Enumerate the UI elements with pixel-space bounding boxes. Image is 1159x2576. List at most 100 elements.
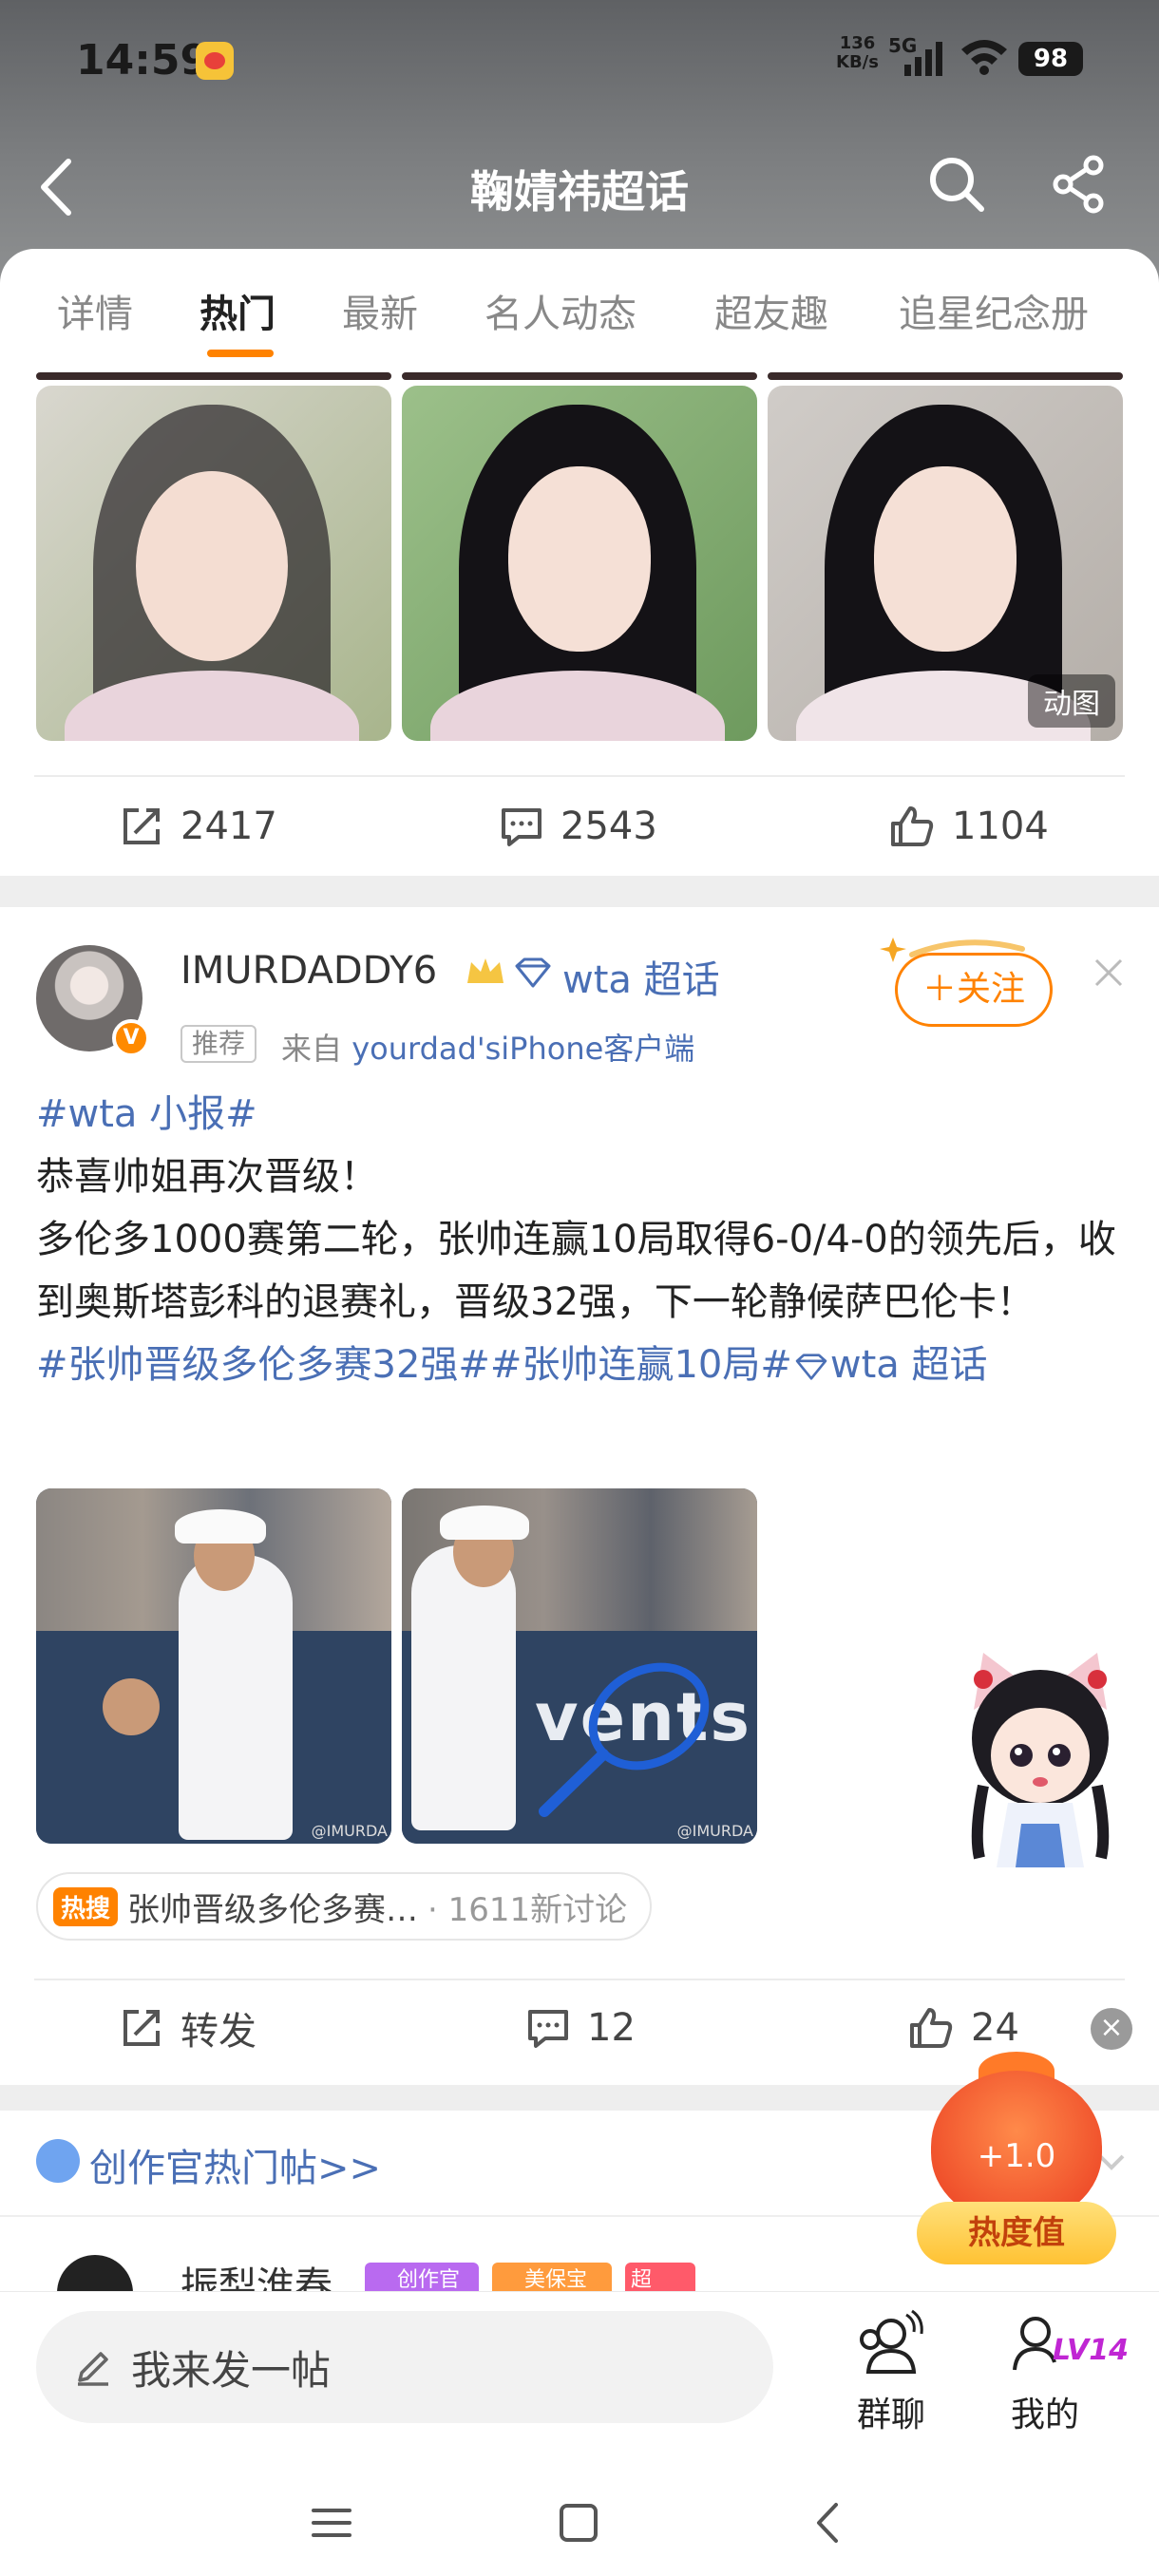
search-icon[interactable] xyxy=(926,154,987,215)
image-strip xyxy=(36,372,391,380)
photo-watermark: @IMURDA xyxy=(311,1822,388,1840)
mascot-sticker-icon[interactable] xyxy=(945,1643,1135,1881)
post-card-1: 动图 2417 2543 1104 xyxy=(0,372,1159,876)
tennis-racket-icon xyxy=(539,1662,710,1817)
nav-bar: 鞠婧祎超话 xyxy=(0,142,1159,228)
diamond-icon xyxy=(515,957,551,988)
group-chat-button[interactable]: 群聊 xyxy=(834,2309,948,2436)
repost-label: 转发 xyxy=(180,2010,256,2054)
pencil-icon xyxy=(78,2352,108,2386)
heat-value: +1.0 xyxy=(977,2137,1056,2175)
divider xyxy=(34,775,1125,777)
creator-badge: 创作官 xyxy=(365,2263,479,2293)
repost-icon xyxy=(124,808,160,844)
hashtag-link[interactable]: #张帅晋级多伦多赛32强##张帅连赢10局# xyxy=(36,1343,792,1387)
crown-icon xyxy=(467,958,504,983)
comment-button[interactable]: 12 xyxy=(526,1990,636,2066)
net-speed: 136 KB/s xyxy=(836,34,879,72)
tab-details[interactable]: 详情 xyxy=(57,283,133,338)
level-badge: LV14 xyxy=(1053,2334,1129,2367)
status-time: 14:59 xyxy=(76,36,210,85)
system-nav-bar xyxy=(0,2482,1159,2576)
thumbs-up-icon xyxy=(891,806,934,846)
net-speed-value: 136 xyxy=(839,33,876,53)
divider xyxy=(34,1979,1125,1980)
share-icon[interactable] xyxy=(1050,154,1111,215)
weibo-notification-icon xyxy=(196,42,234,80)
tab-celebrity-news[interactable]: 名人动态 xyxy=(484,283,636,338)
system-back-icon[interactable] xyxy=(808,2501,851,2545)
hashtag-row: #张帅晋级多伦多赛32强##张帅连赢10局# wta 超话 xyxy=(36,1334,1125,1396)
post-text: #wta 小报# 恭喜帅姐再次晋级！ 多伦多1000赛第二轮，张帅连赢10局取得… xyxy=(36,1083,1125,1396)
repost-button[interactable]: 转发 xyxy=(120,1990,256,2066)
post-line: 恭喜帅姐再次晋级！ xyxy=(36,1155,378,1199)
recommended-tag: 推荐 xyxy=(180,1025,257,1063)
compose-post-input[interactable]: 我来发一帖 xyxy=(36,2311,773,2423)
hashtag-link[interactable]: #wta 小报# xyxy=(36,1092,257,1136)
like-button[interactable]: 1104 xyxy=(889,788,1049,864)
comment-button[interactable]: 2543 xyxy=(500,788,657,864)
comment-count: 2543 xyxy=(560,805,657,848)
post-image[interactable] xyxy=(36,386,391,741)
comment-icon xyxy=(502,808,542,846)
follow-button[interactable]: ＋关注 xyxy=(895,953,1053,1027)
post-photo[interactable]: @IMURDA xyxy=(36,1488,391,1844)
net-speed-unit: KB/s xyxy=(836,52,879,72)
image-strip xyxy=(402,372,757,380)
tab-hot[interactable]: 热门 xyxy=(200,283,276,338)
hot-search-tag: 热搜 xyxy=(53,1886,119,1926)
close-widget-icon[interactable]: × xyxy=(1091,2008,1132,2050)
image-strip xyxy=(768,372,1123,380)
group-chat-label: 群聊 xyxy=(856,2396,925,2434)
battery-indicator: 98 xyxy=(1018,42,1083,76)
gif-badge: 动图 xyxy=(1028,674,1115,728)
trending-title: 张帅晋级多伦多赛… xyxy=(127,1890,419,1929)
signal-icon xyxy=(904,42,942,76)
source-prefix: 来自 xyxy=(281,1031,352,1067)
post-photo[interactable]: vents @IMURDA xyxy=(402,1488,757,1844)
header-background: 14:59 136 KB/s 5G 98 鞠婧祎超话 xyxy=(0,0,1159,285)
post-image[interactable]: 动图 xyxy=(768,386,1123,741)
bottom-bar: 我来发一帖 群聊 LV14 我的 xyxy=(0,2291,1159,2576)
active-tab-indicator xyxy=(207,350,274,357)
profile-button[interactable]: LV14 我的 xyxy=(988,2309,1129,2436)
creator-badge-icon xyxy=(36,2139,80,2183)
photo-watermark: @IMURDA xyxy=(676,1822,753,1840)
super-topic-link[interactable]: wta 超话 xyxy=(562,949,720,1004)
fan-level-badge: 美保宝 xyxy=(492,2263,612,2293)
close-icon[interactable] xyxy=(1092,957,1125,989)
post-card-2: V IMURDADDY6 wta 超话 推荐 来自 yourdad'siPhon… xyxy=(0,907,1159,2085)
comment-icon xyxy=(528,2010,568,2048)
tab-bar: 详情 热门 最新 名人动态 超友趣 追星纪念册 xyxy=(0,249,1159,372)
repost-icon xyxy=(124,2010,160,2046)
post-source: 来自 yourdad'siPhone客户端 xyxy=(281,1025,694,1069)
tab-fan-album[interactable]: 追星纪念册 xyxy=(899,283,1089,338)
group-chat-icon xyxy=(860,2309,923,2374)
source-device[interactable]: yourdad'siPhone客户端 xyxy=(352,1031,694,1067)
repost-button[interactable]: 2417 xyxy=(120,788,277,864)
verified-badge-icon: V xyxy=(112,1019,150,1057)
super-like-badge: 超LIKE xyxy=(625,2263,695,2293)
comment-count: 12 xyxy=(587,2006,636,2050)
status-bar: 14:59 136 KB/s 5G 98 xyxy=(0,28,1159,95)
creator-hot-posts-label: 创作官热门帖>> xyxy=(89,2147,382,2190)
menu-icon[interactable] xyxy=(310,2501,353,2545)
heat-value-widget[interactable]: +1.0 热度值 xyxy=(912,2033,1121,2280)
home-icon[interactable] xyxy=(557,2501,600,2545)
post-actions: 2417 2543 1104 xyxy=(0,788,1159,864)
super-topic-link[interactable]: wta 超话 xyxy=(830,1343,988,1387)
username[interactable]: 振梨淮春 xyxy=(180,2255,332,2293)
repost-count: 2417 xyxy=(180,805,277,848)
avatar[interactable] xyxy=(57,2255,133,2293)
trending-topic-chip[interactable]: 热搜 张帅晋级多伦多赛… · 1611新讨论 xyxy=(36,1872,653,1941)
tab-latest[interactable]: 最新 xyxy=(342,283,418,338)
post-image[interactable] xyxy=(402,386,757,741)
discussion-count: · 1611新讨论 xyxy=(428,1890,628,1929)
username[interactable]: IMURDADDY6 xyxy=(180,949,437,993)
wifi-icon xyxy=(961,40,1007,75)
profile-label: 我的 xyxy=(1010,2396,1079,2434)
tab-fan-fun[interactable]: 超友趣 xyxy=(714,283,828,338)
post-body: 多伦多1000赛第二轮，张帅连赢10局取得6-0/4-0的领先后，收到奥斯塔彭科… xyxy=(36,1218,1116,1324)
heat-label: 热度值 xyxy=(917,2202,1116,2264)
like-count: 1104 xyxy=(952,805,1049,848)
